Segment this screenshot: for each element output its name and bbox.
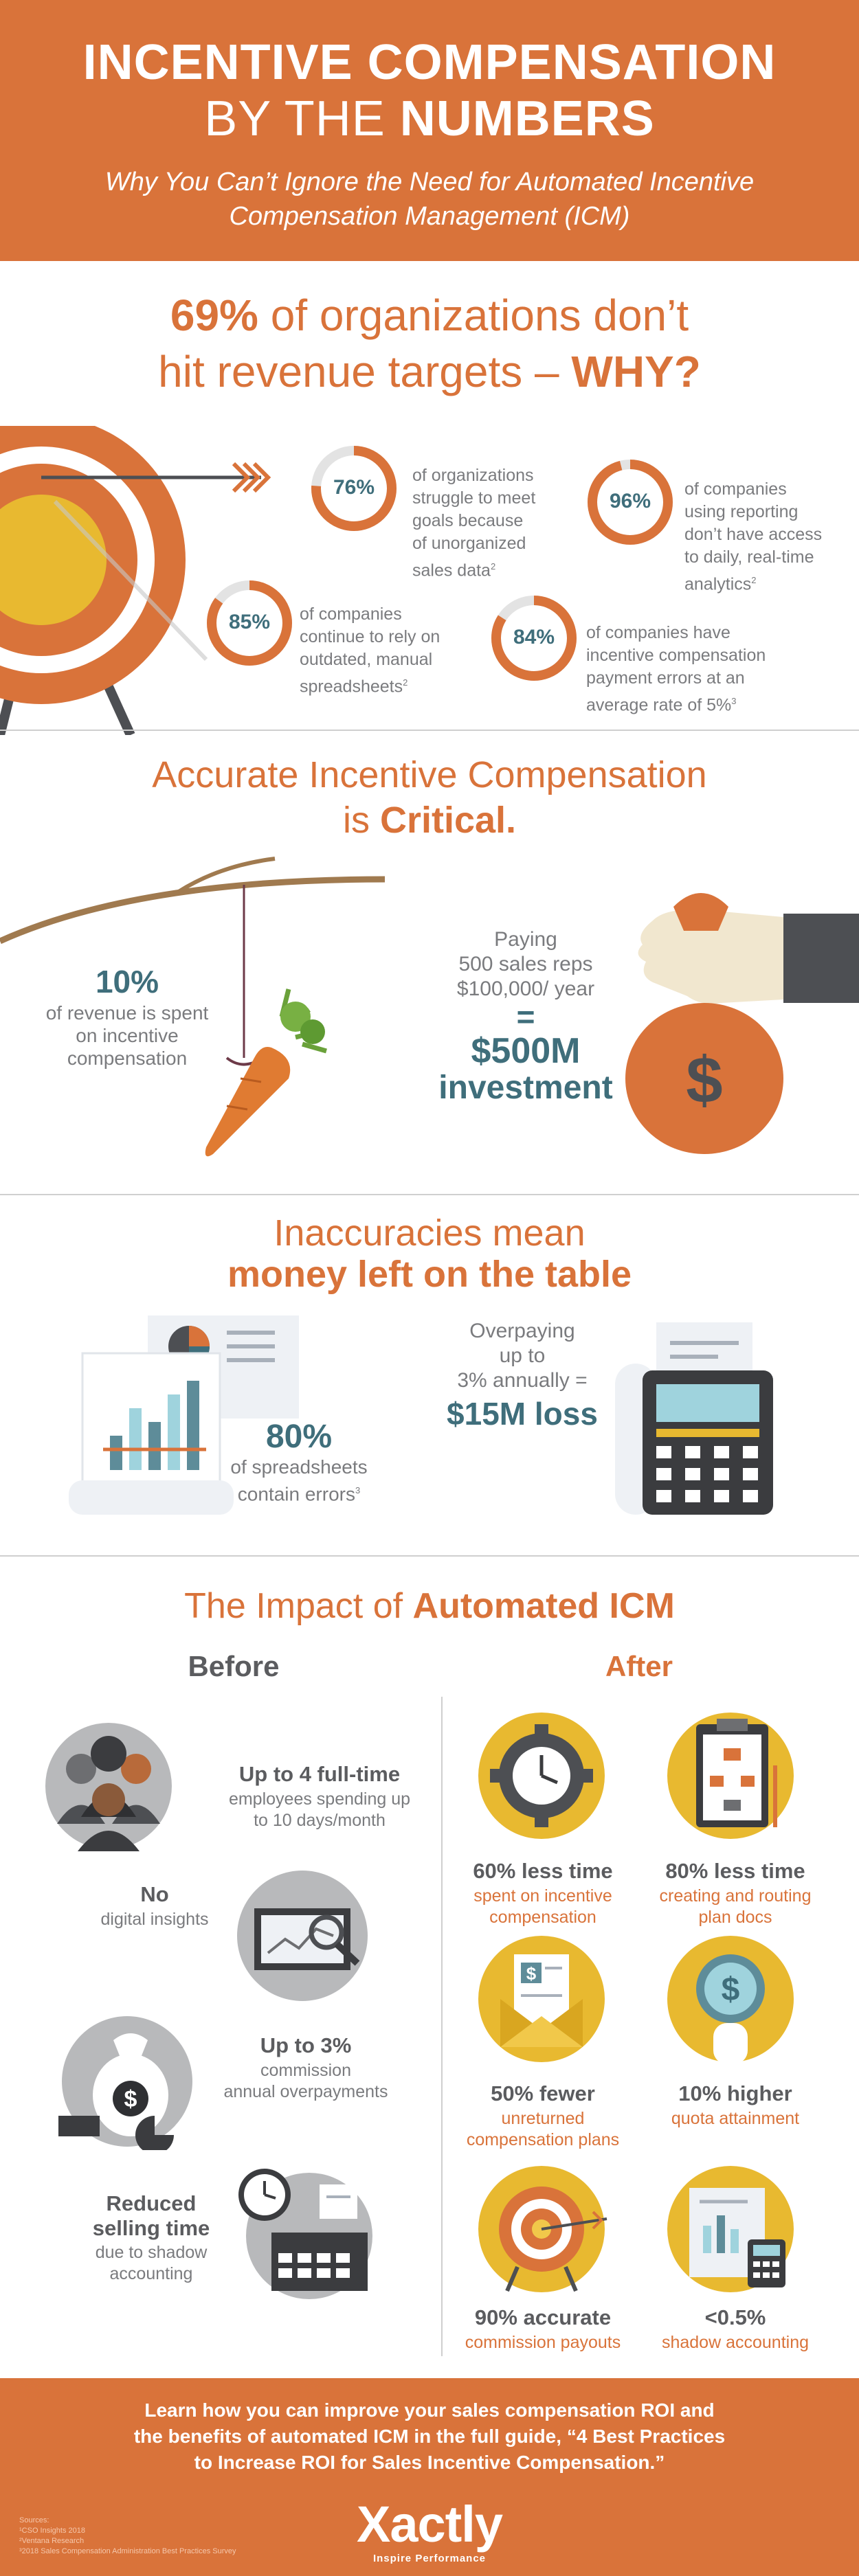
footer-banner: Learn how you can improve your sales com… <box>0 2378 859 2576</box>
stat-text-84: of companies have incentive compensation… <box>586 623 766 715</box>
after-3-sub: unreturned compensation plans <box>466 2109 620 2149</box>
after-1-bold: 60% less time <box>473 1859 613 1883</box>
overpay-stat: Overpaying up to 3% annually = $15M loss <box>447 1320 598 1432</box>
dollar-icon: $ <box>124 2086 137 2112</box>
footer-cta[interactable]: Learn how you can improve your sales com… <box>89 2397 770 2476</box>
section1-title: 69% of organizations don’t hit revenue t… <box>158 291 701 396</box>
after-3-bold: 50% fewer <box>491 2081 595 2105</box>
dollar-icon: $ <box>686 1043 722 1117</box>
money-bag-coins-icon: $ <box>58 2016 192 2150</box>
stat-value-85: 85% <box>228 611 271 633</box>
dollar-icon: $ <box>722 1971 740 2008</box>
divider-1 <box>0 730 859 731</box>
before-1-sub: employees spending up to 10 days/month <box>228 1789 411 1830</box>
clipboard-flowchart-icon <box>667 1713 794 1839</box>
after-6-bold: <0.5% <box>704 2305 766 2329</box>
before-heading: Before <box>188 1650 280 1682</box>
after-4-sub: quota attainment <box>671 2109 800 2128</box>
subtitle: Why You Can’t Ignore the Need for Automa… <box>104 168 755 231</box>
team-people-icon <box>45 1723 172 1851</box>
after-5-bold: 90% accurate <box>474 2305 612 2329</box>
after-2-bold: 80% less time <box>665 1859 805 1883</box>
before-2-bold: No <box>140 1882 169 1906</box>
stat-value-84: 84% <box>513 626 555 648</box>
stat-value-76: 76% <box>333 476 375 499</box>
header-banner: INCENTIVE COMPENSATION BY THE NUMBERS Wh… <box>0 0 859 261</box>
section3-title: Inaccuracies mean money left on the tabl… <box>227 1212 632 1295</box>
after-1-sub: spent on incentive compensation <box>473 1886 612 1927</box>
after-4-bold: 10% higher <box>678 2081 792 2105</box>
after-6-sub: shadow accounting <box>661 2333 810 2352</box>
stat-text-96: of companies using reporting don’t have … <box>684 479 823 594</box>
envelope-check-icon: $ <box>478 1936 605 2062</box>
gear-clock-icon <box>478 1713 605 1839</box>
calculator-illustration <box>615 1322 773 1515</box>
money-bag-illustration: $ <box>625 893 859 1154</box>
clock-calendar-icon <box>238 2169 372 2299</box>
after-2-sub: creating and routing plan docs <box>659 1886 812 1927</box>
stat-text-85: of companies continue to rely on outdate… <box>300 605 440 697</box>
impact-title: The Impact of Automated ICM <box>184 1586 675 1626</box>
before-3-sub: commission annual overpayments <box>223 2061 388 2101</box>
before-4-sub: due to shadow accounting <box>95 2243 208 2283</box>
divider-2 <box>0 1194 859 1195</box>
divider-3 <box>0 1555 859 1557</box>
stat-value-96: 96% <box>609 490 651 512</box>
report-calculator-icon <box>667 2166 794 2292</box>
before-after-divider <box>441 1697 443 2356</box>
stat-text-76: of organizations struggle to meet goals … <box>412 466 536 580</box>
before-3-bold: Up to 3% <box>260 2033 352 2057</box>
investment-stat: Paying 500 sales reps $100,000/ year = $… <box>438 928 613 1106</box>
section2-title: Accurate Incentive Compensation is Criti… <box>152 754 707 841</box>
title-line1: INCENTIVE COMPENSATION <box>82 35 777 90</box>
coin-hand-icon: $ <box>667 1936 794 2064</box>
target-arrow-icon <box>478 2166 607 2292</box>
after-heading: After <box>605 1650 673 1682</box>
after-5-sub: commission payouts <box>465 2333 621 2352</box>
title-line2: BY THE NUMBERS <box>204 91 655 146</box>
dollar-icon: $ <box>526 1963 537 1984</box>
before-2-sub: digital insights <box>100 1910 209 1929</box>
spreadsheet-stat: 80% of spreadsheets contain errors3 <box>230 1419 368 1505</box>
monitor-magnifier-icon <box>237 1871 368 2001</box>
logo-tagline: Inspire Performance <box>372 2553 487 2564</box>
revenue-stat: 10% of revenue is spent on incentive com… <box>45 964 209 1069</box>
before-1-bold: Up to 4 full-time <box>238 1762 401 1786</box>
before-4-bold: Reduced selling time <box>92 2191 210 2240</box>
xactly-logo[interactable]: Xactly <box>0 2495 859 2553</box>
